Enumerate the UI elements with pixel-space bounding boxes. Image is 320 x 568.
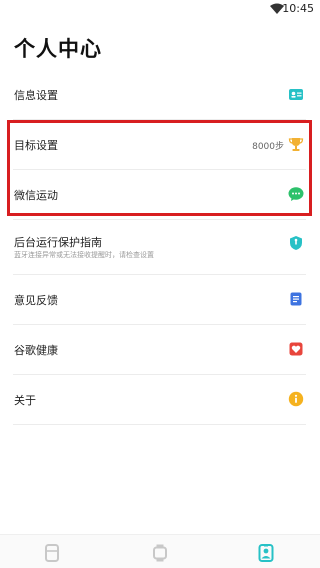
profile-icon[interactable] — [258, 544, 274, 562]
menu-item-feedback[interactable]: 意见反馈 — [0, 275, 320, 325]
heart-icon — [289, 342, 303, 356]
feedback-icon — [290, 292, 302, 306]
device-icon[interactable] — [44, 544, 60, 562]
watch-icon[interactable] — [152, 544, 168, 562]
menu-item-google-health[interactable]: 谷歌健康 — [0, 325, 320, 375]
menu-item-label: 后台运行保护指南 — [14, 236, 102, 249]
status-bar: 10:45 — [0, 0, 320, 18]
menu-item-label: 信息设置 — [14, 89, 58, 102]
highlight-box — [7, 120, 312, 216]
menu-item-label: 意见反馈 — [14, 294, 58, 307]
menu-item-label: 谷歌健康 — [14, 344, 58, 357]
id-card-icon — [289, 89, 303, 100]
menu-item-about[interactable]: 关于 — [0, 375, 320, 425]
menu-item-info-settings[interactable]: 信息设置 — [0, 70, 320, 120]
menu-item-label: 关于 — [14, 394, 36, 407]
bottom-tab-bar — [0, 534, 320, 568]
menu-item-subtitle: 蓝牙连接异常或无法接收提醒时，请检查设置 — [14, 251, 154, 259]
info-icon — [288, 391, 304, 407]
shield-icon — [290, 236, 302, 250]
page-title: 个人中心 — [14, 37, 102, 61]
menu-item-background-guide[interactable]: 后台运行保护指南 蓝牙连接异常或无法接收提醒时，请检查设置 — [0, 220, 320, 275]
status-time: 10:45 — [282, 2, 314, 15]
